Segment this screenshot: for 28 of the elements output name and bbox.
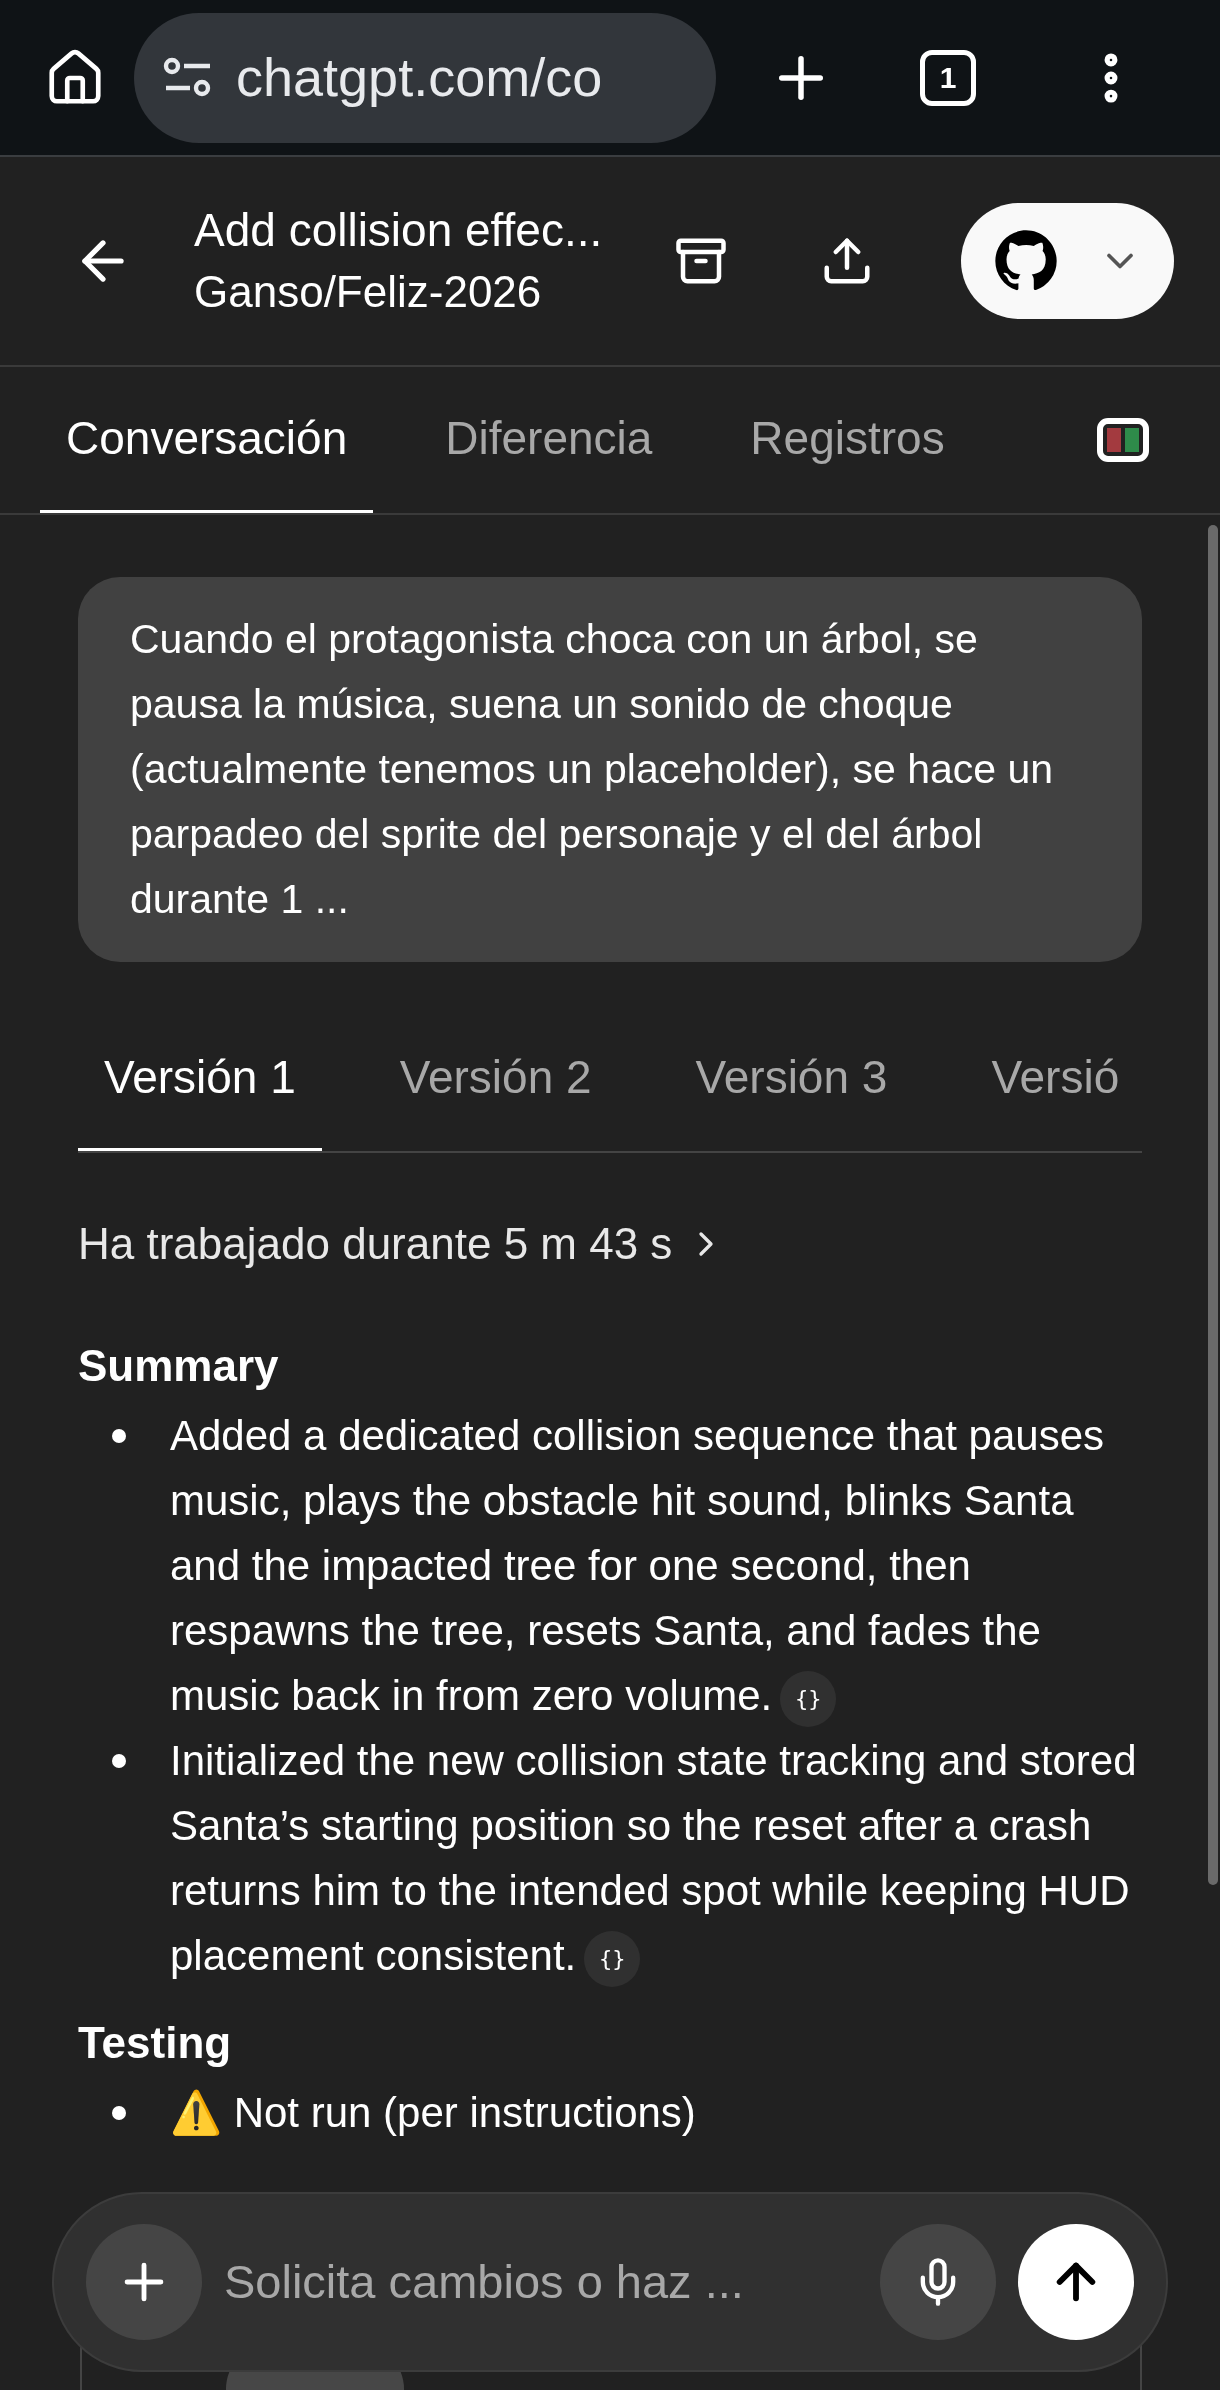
bullet-icon bbox=[112, 1754, 126, 1768]
tab[interactable]: Registros bbox=[724, 367, 971, 513]
section-heading: Summary bbox=[78, 1340, 280, 1392]
version-tab[interactable]: Versión 3 bbox=[669, 1006, 914, 1151]
prompt-input[interactable]: Solicita cambios o haz ... bbox=[224, 2246, 858, 2318]
repo-name: Ganso/Feliz-2026 bbox=[194, 266, 543, 318]
github-icon bbox=[993, 229, 1058, 293]
version-tab[interactable]: Versión 1 bbox=[78, 1006, 322, 1151]
scrollbar[interactable] bbox=[1208, 525, 1218, 1885]
code-citation-chip[interactable]: {} bbox=[780, 1670, 837, 1727]
worked-duration-link[interactable]: Ha trabajado durante 5 m 43 s bbox=[78, 1211, 727, 1277]
code-citation-chip[interactable]: {} bbox=[584, 1930, 641, 1987]
summary-text: Initialized the new collision state tracking and stored Santa’s starting position so the reset after a crash returns him to the intended spot while keeping HUD placement consistent. {} bbox=[170, 1728, 1142, 1988]
tab[interactable]: Diferencia bbox=[419, 367, 679, 513]
version-tab[interactable]: Versión 2 bbox=[373, 1006, 618, 1151]
tab[interactable]: Conversación bbox=[40, 367, 374, 513]
user-message-bubble: Cuando el protagonista choca con un árbol, se pausa la música, suena un sonido de choque (actualmente tenemos un placeholder), se hace un parpadeo del sprite del personaje y el del árbol durante 1 ... bbox=[78, 577, 1142, 962]
version-tab[interactable]: Versió bbox=[965, 1006, 1142, 1151]
task-title: Add collision effec... bbox=[194, 203, 604, 258]
url-text: chatgpt.com/co bbox=[236, 46, 603, 109]
summary-text: ⚠ Not run (per instructions) bbox=[170, 2088, 697, 2138]
tab-count[interactable]: 1 bbox=[920, 49, 976, 106]
address-bar[interactable]: chatgpt.com/co bbox=[134, 12, 716, 143]
section-heading: Testing bbox=[78, 2017, 233, 2069]
bullet-icon bbox=[112, 2106, 126, 2120]
color-swatch-icon[interactable] bbox=[1096, 418, 1149, 462]
summary-text: Added a dedicated collision sequence that pauses music, plays the obstacle hit sound, blinks Santa and the impacted tree for one second, then respawns the tree, resets Santa, and fades the music back in from zero volume. {} bbox=[170, 1403, 1142, 1728]
bullet-icon bbox=[112, 1429, 126, 1443]
